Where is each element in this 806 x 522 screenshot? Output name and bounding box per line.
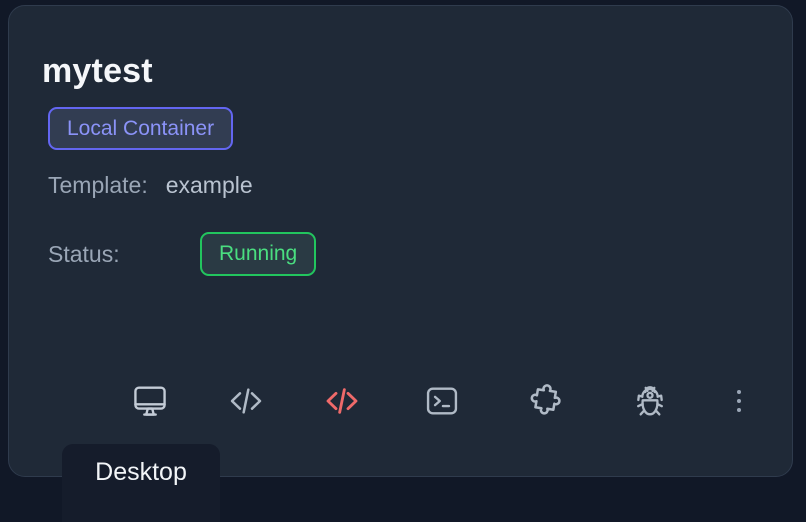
page-title: mytest bbox=[42, 52, 153, 90]
status-label: Status: bbox=[48, 240, 120, 267]
template-row: Template: example bbox=[48, 172, 253, 199]
kebab-menu-icon bbox=[737, 390, 741, 394]
workspace-card: mytest Local Container Template: example… bbox=[8, 5, 793, 477]
code-brackets-icon bbox=[322, 381, 362, 421]
extensions-button[interactable] bbox=[515, 373, 577, 429]
more-options-button[interactable] bbox=[725, 373, 753, 429]
code-brackets-icon bbox=[226, 381, 266, 421]
open-code-insiders-button[interactable] bbox=[311, 373, 373, 429]
template-label: Template: bbox=[48, 172, 148, 198]
status-row: Status: Running bbox=[48, 232, 317, 276]
template-value: example bbox=[165, 172, 253, 198]
app-root: mytest Local Container Template: example… bbox=[0, 0, 806, 522]
tooltip-desktop: Desktop bbox=[62, 444, 220, 522]
tooltip-label: Desktop bbox=[95, 458, 187, 486]
status-badge-running[interactable]: Running bbox=[200, 232, 317, 276]
bug-icon bbox=[630, 381, 670, 421]
terminal-icon bbox=[423, 382, 461, 420]
action-toolbar bbox=[119, 373, 764, 429]
open-code-button[interactable] bbox=[215, 373, 277, 429]
monitor-icon bbox=[131, 382, 169, 420]
desktop-button[interactable] bbox=[119, 373, 181, 429]
card-content: mytest Local Container Template: example… bbox=[9, 6, 792, 476]
terminal-button[interactable] bbox=[411, 373, 473, 429]
status-badge-environment-type[interactable]: Local Container bbox=[48, 107, 234, 150]
puzzle-piece-icon bbox=[526, 381, 566, 421]
debug-button[interactable] bbox=[619, 373, 681, 429]
kebab-menu-icon bbox=[737, 399, 741, 403]
kebab-menu-icon bbox=[737, 408, 741, 412]
